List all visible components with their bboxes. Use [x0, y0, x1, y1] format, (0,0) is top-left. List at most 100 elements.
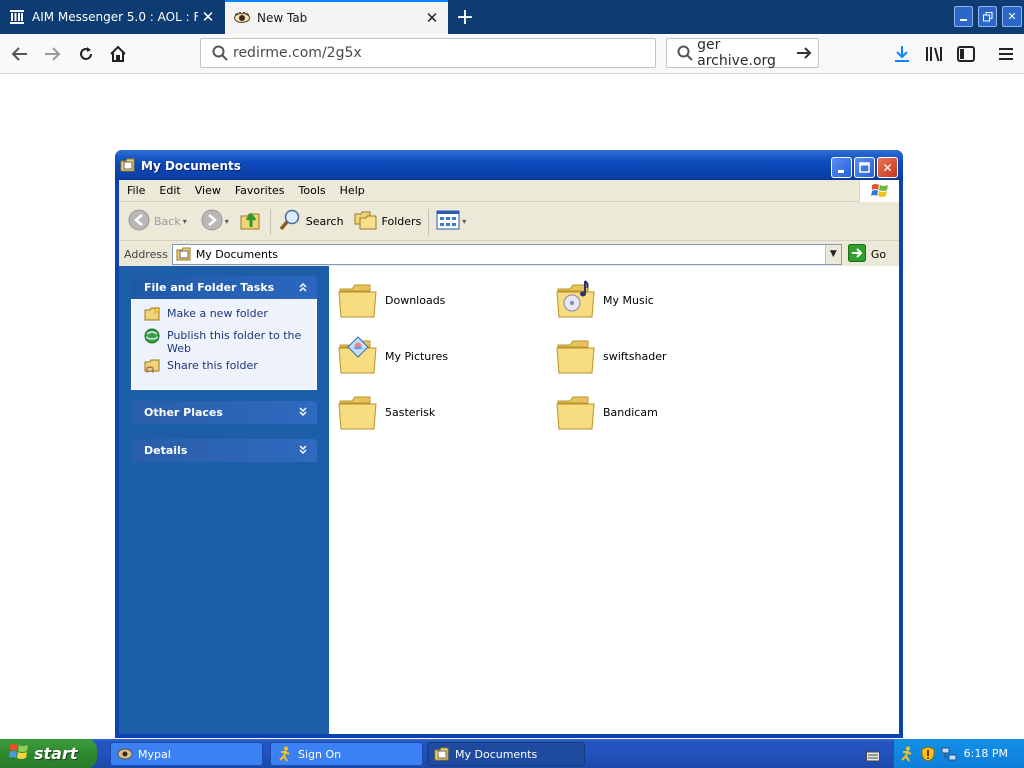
folder-label: My Music [603, 293, 654, 307]
publish-folder-link[interactable]: Publish this folder to the Web [144, 328, 306, 355]
folder-downloads[interactable]: Downloads [337, 276, 537, 324]
folder-label: Bandicam [603, 405, 658, 419]
task-label: Mypal [138, 747, 171, 761]
menu-icon[interactable] [992, 40, 1020, 68]
go-label: Go [870, 247, 887, 261]
address-bar: Address My Documents ▼ Go [119, 242, 899, 266]
search-label: Search [305, 215, 344, 228]
folders-button[interactable]: Folders [351, 207, 425, 237]
start-button[interactable]: start [0, 739, 97, 768]
close-window-button[interactable]: ✕ [1002, 6, 1022, 27]
maximize-button[interactable] [854, 157, 875, 178]
up-folder-button[interactable] [236, 207, 266, 237]
task-pane: File and Folder Tasks Make a new folder [119, 266, 329, 734]
folder-icon [338, 284, 377, 318]
folder-swiftshader[interactable]: swiftshader [555, 332, 755, 380]
dropdown-arrow-icon[interactable]: ▾ [183, 217, 187, 226]
browser-tab-aim[interactable]: AIM Messenger 5.0 : AOL : Free D ✕ [0, 0, 224, 34]
back-label: Back [154, 215, 181, 228]
search-bar[interactable]: ger archive.org [666, 37, 819, 69]
task-label: Sign On [298, 747, 342, 761]
browser-tab-bar: AIM Messenger 5.0 : AOL : Free D ✕ New T… [0, 0, 1024, 34]
search-button[interactable]: Search [275, 207, 347, 237]
address-value: My Documents [195, 247, 279, 261]
home-icon[interactable] [104, 40, 132, 68]
reload-icon[interactable] [72, 40, 100, 68]
menu-file[interactable]: File [119, 184, 152, 197]
back-arrow-icon[interactable] [6, 40, 34, 68]
folder-5asterisk[interactable]: 5asterisk [337, 388, 537, 436]
arrow-right-icon[interactable] [796, 46, 812, 60]
globe-icon [144, 328, 162, 347]
menu-view[interactable]: View [188, 184, 228, 197]
browser-nav-bar: redirme.com/2g5x ger archive.org [0, 34, 1024, 74]
tab-title: New Tab [257, 11, 308, 25]
download-icon[interactable] [888, 40, 916, 68]
panel-header[interactable]: Other Places [131, 401, 317, 424]
url-bar[interactable]: redirme.com/2g5x [200, 38, 656, 68]
taskbar-item-my-documents[interactable]: My Documents [427, 742, 585, 766]
folder-icon [338, 396, 377, 430]
panel-title: File and Folder Tasks [144, 281, 275, 294]
views-icon [436, 210, 460, 233]
details-panel: Details [131, 439, 317, 462]
menu-favorites[interactable]: Favorites [228, 184, 292, 197]
folders-icon [354, 209, 378, 234]
up-folder-icon [239, 208, 263, 235]
go-button[interactable]: Go [847, 243, 887, 265]
folder-bandicam[interactable]: Bandicam [555, 388, 755, 436]
tab-title: AIM Messenger 5.0 : AOL : Free D [32, 10, 198, 24]
close-button[interactable]: ✕ [877, 157, 898, 178]
minimize-window-button[interactable] [954, 6, 973, 27]
menu-help[interactable]: Help [333, 184, 372, 197]
expand-chevron-icon[interactable] [296, 405, 310, 419]
keyboard-icon[interactable] [866, 747, 880, 762]
browser-tab-new[interactable]: New Tab ✕ [225, 0, 448, 34]
new-tab-button[interactable]: + [452, 4, 478, 30]
make-new-folder-link[interactable]: Make a new folder [144, 306, 306, 325]
explorer-toolbar: Back ▾ ▾ Search Folders ▾ [119, 203, 899, 241]
panel-header[interactable]: Details [131, 439, 317, 462]
back-arrow-icon [128, 209, 150, 234]
folder-my-music[interactable]: My Music [555, 276, 755, 324]
close-tab-icon[interactable]: ✕ [422, 8, 442, 28]
forward-button[interactable]: ▾ [198, 207, 232, 237]
folder-my-pictures[interactable]: My Pictures [337, 332, 537, 380]
back-button[interactable]: Back ▾ [125, 207, 190, 237]
expand-chevron-icon[interactable] [296, 443, 310, 457]
close-tab-icon[interactable]: ✕ [198, 7, 218, 27]
sidebar-icon[interactable] [952, 40, 980, 68]
file-folder-tasks-panel: File and Folder Tasks Make a new folder [131, 276, 317, 390]
menu-tools[interactable]: Tools [292, 184, 333, 197]
security-shield-icon[interactable] [920, 745, 936, 762]
window-title-bar[interactable]: My Documents ✕ [115, 150, 903, 180]
minimize-button[interactable] [831, 157, 852, 178]
menu-edit[interactable]: Edit [152, 184, 187, 197]
aim-running-man-icon [277, 746, 293, 762]
start-label: start [34, 744, 78, 763]
collapse-chevron-icon[interactable] [296, 280, 310, 294]
views-button[interactable]: ▾ [433, 207, 469, 237]
folder-icon [556, 396, 595, 430]
clock: 6:18 PM [963, 747, 1008, 760]
go-arrow-icon [847, 243, 866, 265]
share-folder-link[interactable]: Share this folder [144, 359, 306, 377]
folder-icon [556, 340, 595, 374]
network-icon[interactable] [941, 746, 957, 762]
aim-running-man-icon[interactable] [899, 746, 915, 762]
library-icon[interactable] [920, 40, 948, 68]
address-dropdown-icon[interactable]: ▼ [824, 244, 841, 264]
panel-header[interactable]: File and Folder Tasks [131, 276, 317, 299]
link-text: Publish this folder to the Web [167, 329, 302, 355]
new-folder-icon [144, 306, 162, 325]
dropdown-arrow-icon[interactable]: ▾ [462, 217, 466, 226]
dropdown-arrow-icon[interactable]: ▾ [225, 217, 229, 226]
restore-window-button[interactable] [978, 6, 997, 27]
share-folder-icon [144, 358, 162, 377]
menu-bar: File Edit View Favorites Tools Help [119, 180, 899, 202]
forward-arrow-icon[interactable] [38, 40, 66, 68]
taskbar-item-mypal[interactable]: Mypal [110, 742, 263, 766]
taskbar-item-sign-on[interactable]: Sign On [270, 742, 423, 766]
taskbar: start Mypal Sign On My Documents 6:18 PM [0, 739, 1024, 768]
address-field[interactable]: My Documents ▼ [171, 243, 842, 265]
